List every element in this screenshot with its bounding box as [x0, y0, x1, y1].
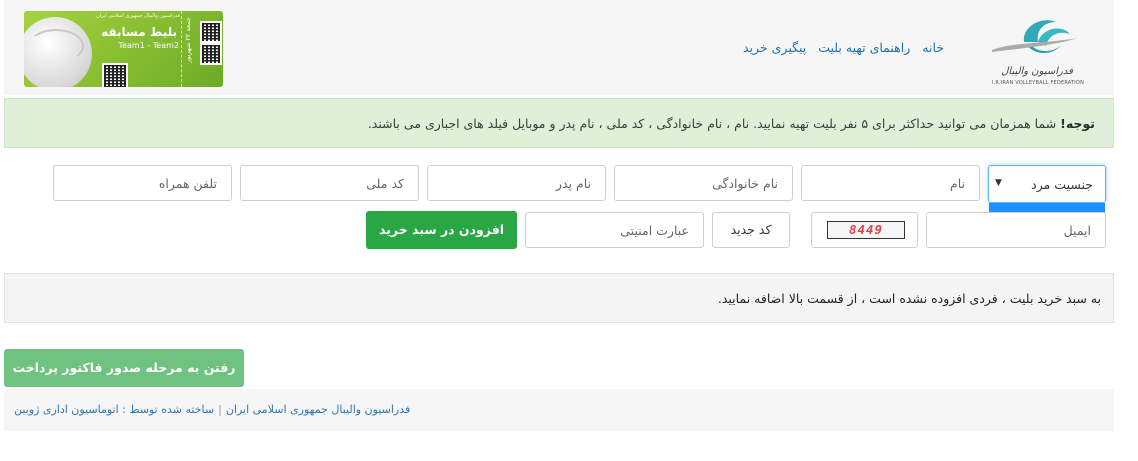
captcha-image: 8449: [827, 221, 905, 239]
qr-code-icon: [102, 63, 128, 87]
last-name-input[interactable]: [614, 165, 793, 201]
notice-alert: توجه! شما همزمان می توانید حداکثر برای ۵…: [4, 98, 1114, 148]
ticket-title: بلیط مسابقه: [101, 25, 177, 39]
go-to-payment-button[interactable]: رفتن به مرحله صدور فاکتور پرداخت: [4, 349, 244, 387]
header: فدراسیون والیبال I.R.IRAN VOLLEYBALL FED…: [4, 0, 1114, 95]
captcha-box: 8449: [811, 212, 918, 248]
captcha-input[interactable]: [525, 212, 704, 248]
nav-home-link[interactable]: خانه: [922, 40, 944, 55]
main-nav: خانه راهنمای تهیه بلیت پیگیری خرید: [694, 40, 944, 55]
mobile-input[interactable]: [53, 165, 232, 201]
notice-text: توجه! شما همزمان می توانید حداکثر برای ۵…: [368, 116, 1095, 131]
cart-panel: به سبد خرید بلیت ، فردی افزوده نشده است …: [4, 273, 1114, 323]
notice-bold: توجه!: [1060, 116, 1095, 131]
add-to-cart-button[interactable]: افزودن در سبد خرید: [366, 211, 517, 249]
new-captcha-button[interactable]: کد جدید: [712, 212, 790, 248]
ticket-teams: Team1 - Team2: [118, 41, 179, 50]
first-name-input[interactable]: [801, 165, 980, 201]
volleyball-icon: [24, 17, 92, 87]
logo-caption: I.R.IRAN VOLLEYBALL FEDERATION: [991, 80, 1085, 86]
gender-select-value: جنسیت مرد: [1031, 177, 1093, 192]
cart-empty-message: به سبد خرید بلیت ، فردی افزوده نشده است …: [717, 291, 1101, 306]
ticket-perforation: [181, 11, 182, 87]
caret-down-icon: ▼: [995, 178, 1002, 188]
qr-code-icon: [200, 43, 222, 65]
ticket-banner[interactable]: فدراسیون والیبال جمهوری اسلامی ایران بلی…: [24, 11, 223, 87]
svg-text:فدراسیون والیبال: فدراسیون والیبال: [1001, 66, 1073, 77]
ticket-date: جمعه ۲۲ شهریور: [184, 17, 192, 63]
footer: فدراسیون والیبال جمهوری اسلامی ایران | ساخ…: [4, 389, 1114, 431]
footer-federation-link[interactable]: فدراسیون والیبال جمهوری اسلامی ایران: [226, 403, 410, 416]
national-code-input[interactable]: [240, 165, 419, 201]
nav-tracking-link[interactable]: پیگیری خرید: [743, 40, 806, 55]
footer-separator: |: [218, 403, 222, 416]
email-input[interactable]: [926, 212, 1106, 248]
nav-guide-link[interactable]: راهنمای تهیه بلیت: [818, 40, 910, 55]
gender-select[interactable]: جنسیت مرد ▼: [988, 165, 1106, 203]
footer-text: فدراسیون والیبال جمهوری اسلامی ایران | ساخ…: [14, 403, 410, 416]
notice-body: شما همزمان می توانید حداکثر برای ۵ نفر ب…: [367, 116, 1061, 131]
footer-credit-link[interactable]: ساخته شده توسط : اتوماسیون اداری ژوبین: [14, 403, 214, 416]
ticket-small-text: فدراسیون والیبال جمهوری اسلامی ایران: [96, 13, 180, 19]
qr-code-icon: [200, 21, 222, 43]
federation-logo[interactable]: فدراسیون والیبال: [982, 12, 1092, 90]
father-name-input[interactable]: [427, 165, 606, 201]
